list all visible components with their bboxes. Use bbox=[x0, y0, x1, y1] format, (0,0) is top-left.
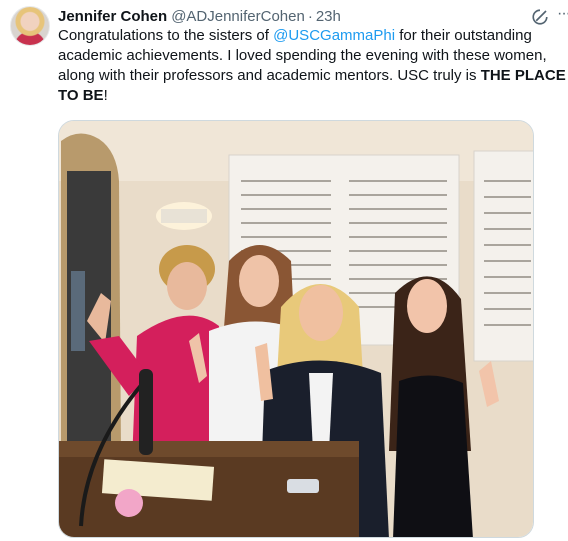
separator-dot: · bbox=[307, 7, 313, 25]
photo-illustration bbox=[59, 121, 533, 537]
tweet[interactable]: Jennifer Cohen @ADJenniferCohen · 23h ··… bbox=[0, 0, 568, 541]
mention-link[interactable]: @USCGammaPhi bbox=[273, 27, 395, 44]
author-handle[interactable]: @ADJenniferCohen bbox=[171, 8, 305, 25]
more-icon[interactable]: ··· bbox=[557, 4, 568, 24]
tweet-header: Jennifer Cohen @ADJenniferCohen · 23h bbox=[58, 6, 341, 26]
author-name[interactable]: Jennifer Cohen bbox=[58, 8, 167, 25]
tweet-text-end: ! bbox=[103, 87, 108, 104]
tweet-timestamp[interactable]: 23h bbox=[316, 8, 341, 25]
grok-icon[interactable] bbox=[531, 8, 549, 26]
tweet-text-part: Congratulations to the sisters of bbox=[58, 27, 274, 44]
tweet-text: Congratulations to the sisters of @USCGa… bbox=[58, 26, 566, 106]
tweet-photo[interactable] bbox=[58, 120, 534, 538]
avatar[interactable] bbox=[10, 6, 50, 46]
